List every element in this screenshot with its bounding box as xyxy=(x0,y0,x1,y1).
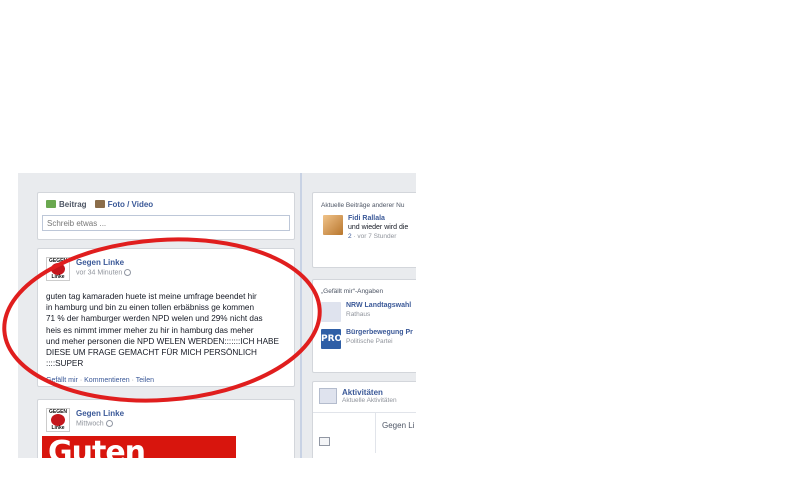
avatar-bottom-text: Linke xyxy=(51,274,65,280)
comment-link[interactable]: Kommentieren xyxy=(84,377,130,384)
post-line: und meher personen die NPD WELEN WERDEN:… xyxy=(46,336,279,346)
timeline-viewport: Beitrag Foto / Video Schreib etwas ... G… xyxy=(18,173,416,458)
like-page-name[interactable]: NRW Landtagswahl xyxy=(346,302,411,309)
post-timestamp[interactable]: vor 34 Minuten xyxy=(76,269,132,276)
like-item[interactable]: NRW Landtagswahl Rathaus xyxy=(313,295,416,322)
recent-post-author[interactable]: Fidi Rallala xyxy=(348,215,408,222)
post-time-text[interactable]: vor 34 Minuten xyxy=(76,269,122,276)
like-page-category: Politische Partei xyxy=(346,338,393,345)
post-header: GEGEN Linke Gegen Linke vor 34 Minuten xyxy=(38,249,294,281)
activity-icon xyxy=(319,388,337,404)
activities-title[interactable]: Aktivitäten xyxy=(342,388,397,397)
post-text: guten tag kamaraden huete ist meine umfr… xyxy=(38,281,294,369)
recent-post-meta: 2 · vor 7 Stunder xyxy=(348,233,408,240)
tab-status[interactable]: Beitrag xyxy=(46,200,87,209)
avatar-top-text: GEGEN xyxy=(48,258,68,264)
page-logo[interactable] xyxy=(321,302,341,322)
likes-box: „Gefällt mir“-Angaben NRW Landtagswahl R… xyxy=(312,279,416,373)
post-image[interactable]: Guten xyxy=(42,436,236,458)
status-icon xyxy=(46,200,56,208)
post-line: DIESE UM FRAGE GEMACHT FÜR MICH PERSÖNLI… xyxy=(46,348,257,369)
photo-icon xyxy=(94,200,105,208)
recent-post-item[interactable]: Fidi Rallala und wieder wird die 2 · vor… xyxy=(313,209,416,240)
status-input[interactable]: Schreib etwas ... xyxy=(42,215,290,231)
timeline-post: GEGEN Linke Gegen Linke Mittwoch Guten xyxy=(37,399,295,458)
post-author[interactable]: Gegen Linke xyxy=(76,258,131,267)
timeline-divider xyxy=(300,173,302,458)
like-item[interactable]: PRO Bürgerbewegung Pr Politische Partei xyxy=(313,322,416,349)
post-line: guten tag kamaraden huete ist meine umfr… xyxy=(46,292,257,301)
like-page-name[interactable]: Bürgerbewegung Pr xyxy=(346,329,413,336)
globe-icon xyxy=(105,420,113,427)
activity-preview[interactable]: Gegen Li xyxy=(375,413,416,453)
activities-box: Aktivitäten Aktuelle Aktivitäten Gegen L… xyxy=(312,381,416,458)
post-header: GEGEN Linke Gegen Linke Mittwoch xyxy=(38,400,294,432)
avatar[interactable]: GEGEN Linke xyxy=(46,408,70,432)
avatar-top-text: GEGEN xyxy=(48,409,68,415)
post-image-text: Guten xyxy=(48,436,146,459)
image-placeholder-icon xyxy=(319,437,330,446)
composer-tabs: Beitrag Foto / Video xyxy=(38,193,294,215)
timeline-post: GEGEN Linke Gegen Linke vor 34 Minuten g… xyxy=(37,248,295,387)
recent-post-time: · vor 7 Stunder xyxy=(351,233,397,240)
page-logo[interactable]: PRO xyxy=(321,329,342,349)
post-actions: Gefällt mir · Kommentieren · Teilen xyxy=(46,377,154,384)
post-line: in hamburg und bin zu einen tollen erbäb… xyxy=(46,303,255,313)
avatar[interactable]: GEGEN Linke xyxy=(46,257,70,281)
tab-photo-label: Foto / Video xyxy=(107,199,154,209)
activities-header: Aktivitäten Aktuelle Aktivitäten xyxy=(313,382,416,404)
recent-posts-box: Aktuelle Beiträge anderer Nu Fidi Rallal… xyxy=(312,192,416,268)
recent-posts-title: Aktuelle Beiträge anderer Nu xyxy=(321,202,405,209)
post-line: heis es nimmt immer meher zu hir in hamb… xyxy=(46,325,254,335)
globe-icon xyxy=(124,269,132,276)
likes-title[interactable]: „Gefällt mir“-Angaben xyxy=(313,280,416,295)
activities-content: Gegen Li xyxy=(313,412,416,453)
post-composer: Beitrag Foto / Video Schreib etwas ... xyxy=(37,192,295,240)
post-timestamp[interactable]: Mittwoch xyxy=(76,420,124,427)
like-page-category: Rathaus xyxy=(346,311,371,318)
activities-subtitle: Aktuelle Aktivitäten xyxy=(342,397,397,404)
like-link[interactable]: Gefällt mir xyxy=(46,377,78,384)
share-link[interactable]: Teilen xyxy=(136,377,154,384)
recent-post-thumbnail[interactable] xyxy=(323,215,343,235)
post-author[interactable]: Gegen Linke xyxy=(76,409,124,418)
post-time-text[interactable]: Mittwoch xyxy=(76,420,104,427)
recent-post-text: und wieder wird die xyxy=(348,224,409,231)
post-line: 71 % der hamburger werden NPD welen und … xyxy=(46,314,263,324)
tab-status-label: Beitrag xyxy=(59,199,87,209)
avatar-bottom-text: Linke xyxy=(51,425,65,431)
tab-photo-video[interactable]: Foto / Video xyxy=(94,199,154,209)
